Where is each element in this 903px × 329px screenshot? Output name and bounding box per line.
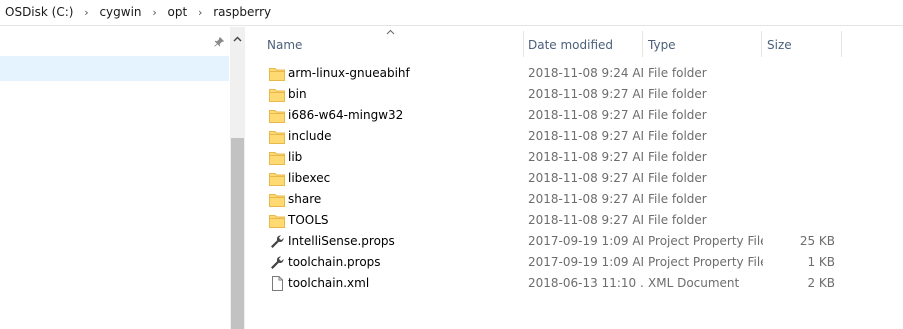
file-size [764, 63, 835, 84]
nav-selected-item[interactable] [0, 56, 229, 81]
file-type: Project Property File [648, 255, 763, 269]
chevron-right-icon[interactable]: › [189, 6, 211, 19]
breadcrumb: OSDisk (C:) › cygwin › opt › raspberry [3, 5, 273, 19]
file-type: File folder [648, 66, 707, 80]
pin-icon [213, 36, 225, 51]
column-header: Name Date modified Type Size [245, 27, 903, 62]
file-row[interactable]: share 2018-11-08 9:27 AM File folder [245, 189, 903, 210]
file-size: 25 KB [799, 234, 835, 248]
file-date-modified: 2018-06-13 11:10 ... [528, 276, 643, 290]
file-type: File folder [648, 171, 707, 185]
file-date-modified: 2018-11-08 9:27 AM [528, 87, 643, 101]
file-name: lib [288, 150, 303, 164]
address-bar[interactable]: OSDisk (C:) › cygwin › opt › raspberry [0, 0, 903, 26]
file-type: File folder [648, 87, 707, 101]
file-date-modified: 2018-11-08 9:27 AM [528, 108, 643, 122]
wrench-icon [269, 234, 285, 249]
column-size-header[interactable]: Size [761, 27, 841, 62]
column-name-header[interactable]: Name [261, 27, 523, 62]
scroll-thumb[interactable] [231, 138, 244, 329]
file-name: include [288, 129, 332, 143]
breadcrumb-item-cygwin[interactable]: cygwin [97, 5, 143, 19]
file-type: File folder [648, 192, 707, 206]
file-row[interactable]: toolchain.props 2017-09-19 1:09 AM Project… [245, 252, 903, 273]
folder-icon [269, 129, 285, 144]
folder-icon [269, 66, 285, 81]
file-size [764, 210, 835, 231]
file-date-modified: 2018-11-08 9:27 AM [528, 129, 643, 143]
file-name: libexec [288, 171, 331, 185]
file-name: toolchain.props [288, 255, 381, 269]
file-name: arm-linux-gnueabihf [288, 66, 410, 80]
file-date-modified: 2017-09-19 1:09 AM [528, 234, 643, 248]
file-date-modified: 2017-09-19 1:09 AM [528, 255, 643, 269]
file-row[interactable]: libexec 2018-11-08 9:27 AM File folder [245, 168, 903, 189]
file-date-modified: 2018-11-08 9:27 AM [528, 213, 643, 227]
breadcrumb-item-opt[interactable]: opt [166, 5, 190, 19]
file-size: 1 KB [807, 255, 835, 269]
column-divider[interactable] [841, 31, 842, 57]
file-row[interactable]: include 2018-11-08 9:27 AM File folder [245, 126, 903, 147]
chevron-right-icon[interactable]: › [75, 6, 97, 19]
file-size [764, 126, 835, 147]
column-date-header[interactable]: Date modified [522, 27, 642, 62]
folder-icon [269, 87, 285, 102]
file-size: 2 KB [807, 276, 835, 290]
folder-icon [269, 171, 285, 186]
file-date-modified: 2018-11-08 9:27 AM [528, 192, 643, 206]
folder-icon [269, 213, 285, 228]
file-size [764, 84, 835, 105]
folder-icon [269, 108, 285, 123]
file-name: toolchain.xml [288, 276, 370, 290]
file-name: TOOLS [288, 213, 329, 227]
file-size [764, 105, 835, 126]
file-size [764, 168, 835, 189]
file-date-modified: 2018-11-08 9:27 AM [528, 150, 643, 164]
file-date-modified: 2018-11-08 9:27 AM [528, 171, 643, 185]
folder-icon [269, 150, 285, 165]
column-type-header[interactable]: Type [642, 27, 760, 62]
breadcrumb-item-raspberry[interactable]: raspberry [211, 5, 273, 19]
file-name: share [288, 192, 322, 206]
file-type: XML Document [648, 276, 740, 290]
file-row[interactable]: IntelliSense.props 2017-09-19 1:09 AM Proj… [245, 231, 903, 252]
file-row[interactable]: bin 2018-11-08 9:27 AM File folder [245, 84, 903, 105]
file-name: IntelliSense.props [288, 234, 395, 248]
chevron-right-icon[interactable]: › [144, 6, 166, 19]
scroll-up-arrow-icon[interactable] [230, 31, 245, 48]
file-row[interactable]: i686-w64-mingw32 2018-11-08 9:27 AM File f… [245, 105, 903, 126]
document-icon [269, 276, 285, 291]
file-size [764, 147, 835, 168]
file-row[interactable]: lib 2018-11-08 9:27 AM File folder [245, 147, 903, 168]
file-size [764, 189, 835, 210]
file-type: File folder [648, 129, 707, 143]
breadcrumb-item-osdisk[interactable]: OSDisk (C:) [3, 5, 75, 19]
folder-icon [269, 192, 285, 207]
nav-scrollbar[interactable] [230, 27, 245, 329]
file-row[interactable]: arm-linux-gnueabihf 2018-11-08 9:24 AM Fil… [245, 63, 903, 84]
navigation-pane [0, 27, 245, 329]
file-type: File folder [648, 108, 707, 122]
file-row[interactable]: toolchain.xml 2018-06-13 11:10 ... XML Doc… [245, 273, 903, 294]
file-list: Name Date modified Type Size arm-linux-g… [245, 27, 903, 329]
wrench-icon [269, 255, 285, 270]
file-type: Project Property File [648, 234, 763, 248]
file-type: File folder [648, 213, 707, 227]
file-name: bin [288, 87, 307, 101]
file-type: File folder [648, 150, 707, 164]
file-date-modified: 2018-11-08 9:24 AM [528, 66, 643, 80]
file-row[interactable]: TOOLS 2018-11-08 9:27 AM File folder [245, 210, 903, 231]
file-name: i686-w64-mingw32 [288, 108, 404, 122]
